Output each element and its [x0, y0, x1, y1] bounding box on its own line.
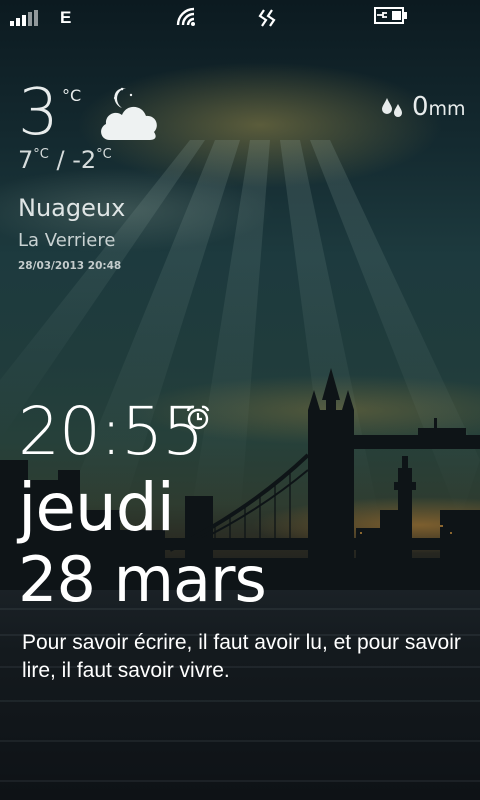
- lock-screen: E 3 °C 7°C / -2°C 0mm Nuageux La Verrier…: [0, 0, 480, 800]
- low-temperature: -2: [72, 146, 97, 174]
- network-type-label: E: [60, 8, 72, 27]
- daily-quote: Pour savoir écrire, il faut avoir lu, et…: [22, 631, 461, 682]
- range-separator: /: [56, 146, 65, 174]
- low-temperature-unit: °C: [96, 147, 112, 162]
- precipitation-amount: 0mm: [412, 92, 466, 122]
- alarm-clock-icon: [185, 404, 211, 436]
- river-water: [0, 590, 480, 800]
- clock-time: 20:55: [18, 393, 204, 470]
- raindrops-icon: [380, 96, 406, 124]
- clock-weekday: jeudi: [18, 469, 175, 546]
- precipitation-value: 0: [412, 92, 429, 122]
- precipitation-unit: mm: [428, 98, 466, 120]
- temperature-range: 7°C / -2°C: [18, 146, 112, 174]
- temperature-unit: °C: [62, 86, 82, 105]
- battery-charging-icon: [374, 6, 408, 30]
- weather-updated-timestamp: 28/03/2013 20:48: [18, 260, 122, 272]
- clock-date: 28 mars: [18, 543, 267, 616]
- weather-condition: Nuageux: [18, 194, 126, 222]
- high-temperature-unit: °C: [33, 147, 49, 162]
- partly-cloudy-night-icon: [96, 84, 162, 148]
- current-temperature: 3: [18, 76, 59, 150]
- weather-location: La Verriere: [18, 230, 116, 251]
- status-bar: E: [0, 0, 480, 34]
- signal-strength-icon: [10, 10, 40, 26]
- high-temperature: 7: [18, 146, 34, 174]
- data-sync-icon: [258, 8, 278, 32]
- wifi-icon: [175, 7, 197, 31]
